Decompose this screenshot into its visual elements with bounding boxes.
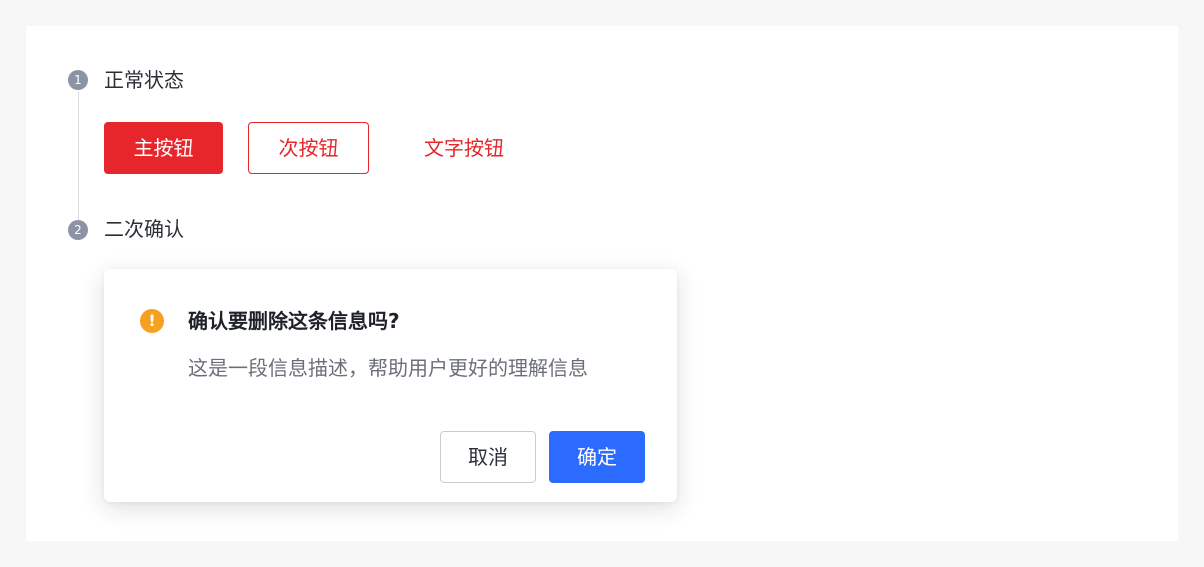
- step-connector-line: [78, 92, 79, 224]
- step-number-badge-2: 2: [68, 220, 88, 240]
- demo-card: 1 正常状态 主按钮 次按钮 文字按钮 2 二次确认 ! 确认要删除这条信息吗?…: [26, 26, 1178, 541]
- text-button[interactable]: 文字按钮: [408, 122, 520, 174]
- primary-button[interactable]: 主按钮: [104, 122, 223, 174]
- exclamation-icon: !: [140, 309, 164, 333]
- confirm-popover: ! 确认要删除这条信息吗? 这是一段信息描述，帮助用户更好的理解信息 取消 确定: [104, 269, 677, 502]
- cancel-button[interactable]: 取消: [440, 431, 536, 483]
- secondary-button[interactable]: 次按钮: [248, 122, 369, 174]
- confirm-button[interactable]: 确定: [549, 431, 645, 483]
- step-number-badge-1: 1: [68, 70, 88, 90]
- step-title-normal-state: 正常状态: [104, 68, 184, 92]
- popover-title: 确认要删除这条信息吗?: [188, 309, 400, 333]
- step-title-confirm: 二次确认: [104, 217, 184, 241]
- popover-description: 这是一段信息描述，帮助用户更好的理解信息: [188, 356, 588, 380]
